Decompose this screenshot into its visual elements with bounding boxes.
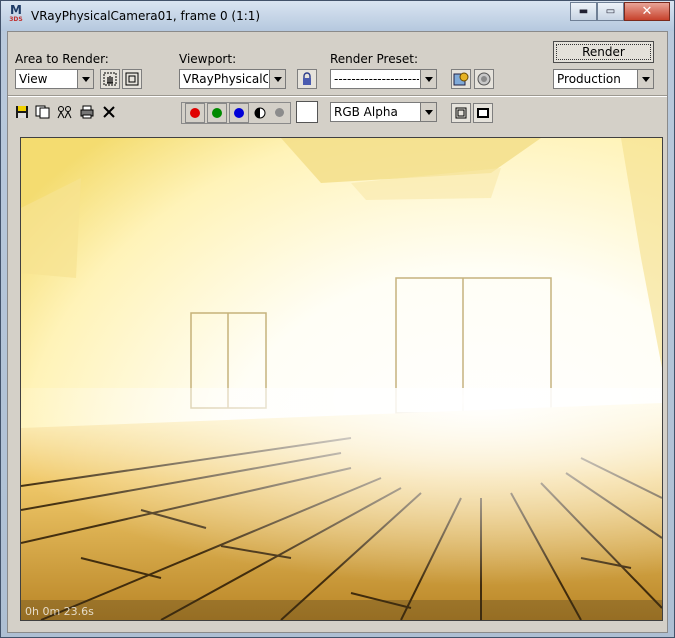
green-channel-icon (212, 108, 222, 118)
hand-region-icon (103, 72, 117, 86)
production-dropdown[interactable]: Production (553, 69, 654, 89)
teapot-icon (477, 72, 491, 86)
lock-icon (303, 72, 311, 85)
clear-image-button[interactable] (99, 102, 119, 122)
copy-image-button[interactable] (33, 102, 53, 122)
render-setup-icon (453, 72, 469, 86)
maximize-button[interactable]: ▭ (597, 2, 624, 21)
auto-region-icon (125, 72, 139, 86)
3dsmax-app-icon[interactable]: M 3DS (7, 3, 25, 26)
close-icon: ✕ (641, 4, 653, 19)
minimize-icon: ▬ (578, 6, 589, 17)
chevron-down-icon[interactable] (420, 103, 437, 121)
chevron-down-icon[interactable] (269, 70, 286, 88)
red-channel-icon (190, 108, 200, 118)
rendered-scene-image (21, 138, 662, 620)
close-button[interactable]: ✕ (624, 2, 670, 21)
alpha-channel-button[interactable] (251, 103, 269, 123)
blue-channel-button[interactable] (229, 103, 249, 123)
area-to-render-label: Area to Render: (15, 52, 109, 66)
production-value: Production (557, 72, 621, 86)
render-preset-label: Render Preset: (330, 52, 418, 66)
rendered-image[interactable]: 0h 0m 23.6s (20, 137, 663, 621)
viewport-label: Viewport: (179, 52, 237, 66)
printer-icon (80, 105, 94, 119)
toggle-ui-button[interactable] (473, 103, 493, 123)
blue-channel-icon (234, 108, 244, 118)
render-frame-window: M 3DS VRayPhysicalCamera01, frame 0 (1:1… (0, 0, 675, 638)
display-channel-dropdown[interactable]: RGB Alpha (330, 102, 437, 122)
red-channel-button[interactable] (185, 103, 205, 123)
render-preset-dropdown[interactable]: ------------------------------- (330, 69, 437, 89)
auto-region-button[interactable] (122, 69, 142, 89)
monochrome-icon (275, 108, 284, 117)
edit-region-button[interactable] (100, 69, 120, 89)
display-channel-value: RGB Alpha (334, 105, 398, 119)
render-panel: Area to Render: Viewport: Render Preset:… (7, 31, 668, 633)
green-channel-button[interactable] (207, 103, 227, 123)
clone-icon (57, 106, 72, 119)
render-preset-value: ------------------------------- (334, 72, 419, 86)
render-button[interactable]: Render (553, 41, 654, 63)
area-to-render-value: View (19, 72, 48, 86)
viewport-value: VRayPhysicalCam (183, 72, 268, 86)
clone-frame-button[interactable] (55, 102, 75, 122)
alpha-channel-icon (254, 107, 266, 119)
print-image-button[interactable] (77, 102, 97, 122)
app-icon-sublabel: 3DS (9, 16, 23, 23)
toolbar-divider (8, 95, 667, 97)
window-controls: ▬ ▭ ✕ (570, 2, 670, 22)
app-icon-letter: M (10, 3, 22, 17)
render-time-label: 0h 0m 23.6s (25, 605, 94, 618)
chevron-down-icon[interactable] (77, 70, 94, 88)
color-swatch[interactable] (296, 101, 318, 123)
window-title: VRayPhysicalCamera01, frame 0 (1:1) (31, 9, 261, 23)
render-time-bar: 0h 0m 23.6s (21, 600, 662, 620)
chevron-down-icon[interactable] (637, 70, 654, 88)
lock-viewport-button[interactable] (297, 69, 317, 89)
channel-toggle-group (181, 102, 291, 124)
environment-effects-button[interactable] (474, 69, 494, 89)
monochrome-button[interactable] (271, 103, 289, 123)
frame-window-icon (477, 108, 489, 118)
overlay-toggle-icon (455, 107, 467, 119)
title-bar[interactable]: M 3DS VRayPhysicalCamera01, frame 0 (1:1… (1, 1, 674, 31)
floppy-disk-icon (16, 106, 28, 118)
area-to-render-dropdown[interactable]: View (15, 69, 94, 89)
chevron-down-icon[interactable] (420, 70, 437, 88)
clear-x-icon (103, 106, 115, 118)
viewport-dropdown[interactable]: VRayPhysicalCam (179, 69, 286, 89)
copy-icon (35, 105, 50, 119)
save-image-button[interactable] (12, 102, 32, 122)
render-setup-button[interactable] (451, 69, 471, 89)
maximize-icon: ▭ (605, 6, 616, 17)
toggle-ui-overlay-button[interactable] (451, 103, 471, 123)
minimize-button[interactable]: ▬ (570, 2, 597, 21)
